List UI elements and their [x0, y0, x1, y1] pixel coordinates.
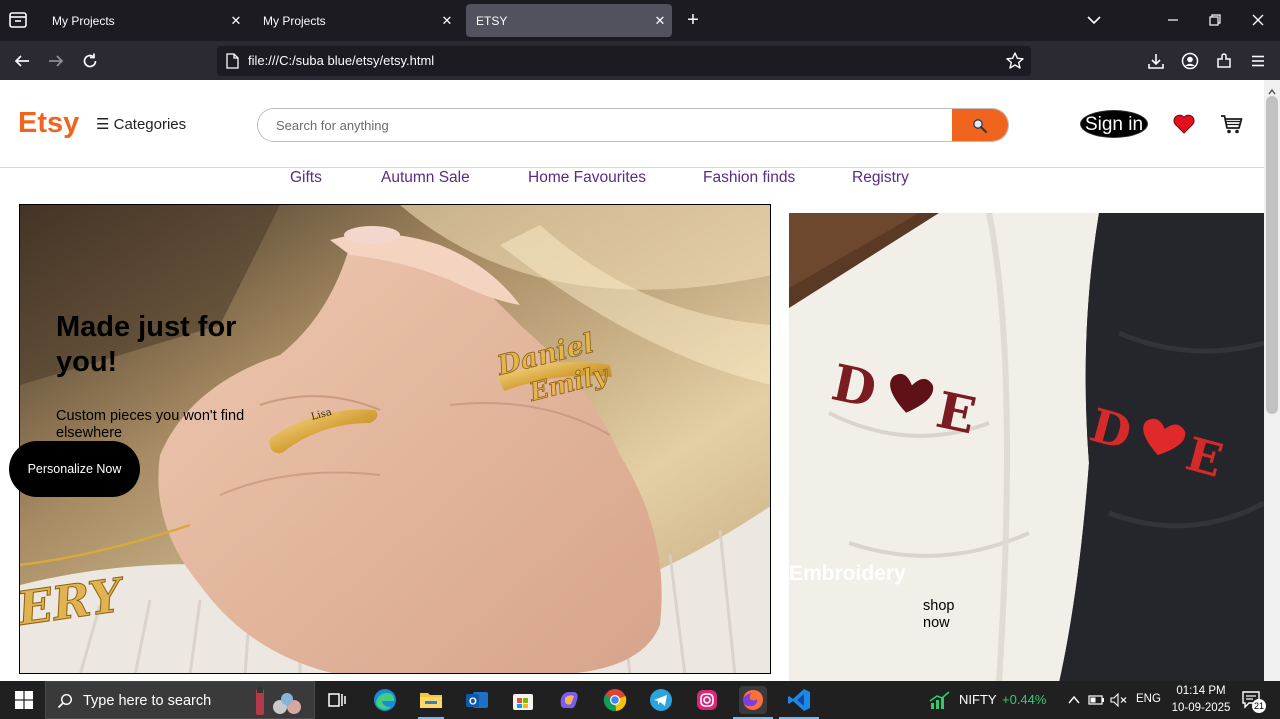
- tab-list-icon[interactable]: [6, 9, 30, 31]
- search-icon: [973, 119, 988, 134]
- personalize-now-button[interactable]: Personalize Now: [9, 441, 140, 497]
- page-icon: [225, 53, 239, 69]
- restore-button[interactable]: [1202, 8, 1228, 32]
- copilot-icon[interactable]: [555, 686, 583, 714]
- windows-taskbar: Type here to search O NIFTY +0.44% ENG 0…: [0, 681, 1280, 719]
- search-button[interactable]: [952, 109, 1008, 141]
- minimize-button[interactable]: [1160, 8, 1186, 32]
- new-tab-button[interactable]: +: [682, 9, 704, 31]
- hero-title: Made just for you!: [56, 311, 237, 378]
- sign-in-button[interactable]: Sign in: [1080, 110, 1148, 138]
- reload-icon[interactable]: [78, 49, 102, 73]
- category-menu: Gifts Autumn Sale Home Favourites Fashio…: [0, 168, 1264, 192]
- site-header: Etsy ☰ Categories Sign in: [0, 80, 1264, 168]
- close-icon[interactable]: ✕: [648, 13, 672, 29]
- menu-icon[interactable]: [1246, 49, 1270, 73]
- tab-title: ETSY: [476, 13, 508, 28]
- back-icon[interactable]: [10, 49, 34, 73]
- tab-title: My Projects: [52, 13, 115, 28]
- menu-link-gifts[interactable]: Gifts: [290, 169, 322, 187]
- forward-icon[interactable]: [44, 49, 68, 73]
- chevron-up-icon[interactable]: [1066, 693, 1082, 707]
- search-highlight-icon: [256, 687, 301, 715]
- scrollbar-thumb[interactable]: [1266, 96, 1278, 414]
- categories-button[interactable]: ☰ Categories: [96, 115, 186, 133]
- speaker-muted-icon[interactable]: [1110, 692, 1128, 708]
- firefox-icon[interactable]: [739, 686, 767, 714]
- clock-time[interactable]: 01:14 PM: [1170, 685, 1232, 697]
- vscode-icon[interactable]: [785, 686, 813, 714]
- svg-text:O: O: [469, 697, 477, 708]
- menu-link-home-favourites[interactable]: Home Favourites: [528, 169, 646, 187]
- search-input[interactable]: [258, 109, 952, 141]
- tab-my-projects-1[interactable]: My Projects ✕: [42, 4, 248, 37]
- extensions-icon[interactable]: [1212, 49, 1236, 73]
- battery-icon[interactable]: [1088, 693, 1106, 707]
- stock-label[interactable]: NIFTY: [959, 692, 997, 707]
- heart-icon[interactable]: [1172, 113, 1196, 135]
- url-text[interactable]: file:///C:/suba blue/etsy/etsy.html: [248, 53, 434, 68]
- edge-icon[interactable]: [371, 686, 399, 714]
- embroidery-title: Embroidery: [789, 562, 906, 585]
- close-window-button[interactable]: [1245, 8, 1271, 32]
- tab-etsy[interactable]: ETSY ✕: [466, 4, 672, 37]
- browser-nav-bar: file:///C:/suba blue/etsy/etsy.html: [0, 41, 1280, 80]
- scroll-up-icon[interactable]: [1268, 83, 1276, 95]
- browser-tab-bar: My Projects ✕ My Projects ✕ ETSY ✕ +: [0, 0, 1280, 41]
- shop-now-link[interactable]: shop now: [923, 598, 963, 632]
- account-icon[interactable]: [1178, 49, 1202, 73]
- tab-my-projects-2[interactable]: My Projects ✕: [253, 4, 459, 37]
- instagram-icon[interactable]: [693, 686, 721, 714]
- menu-link-fashion-finds[interactable]: Fashion finds: [703, 169, 795, 187]
- taskbar-search-placeholder: Type here to search: [83, 693, 212, 709]
- download-icon[interactable]: [1144, 49, 1168, 73]
- taskbar-search-box[interactable]: Type here to search: [45, 681, 315, 719]
- language-indicator[interactable]: ENG: [1136, 693, 1161, 705]
- task-view-icon[interactable]: [323, 686, 351, 714]
- chrome-icon[interactable]: [601, 686, 629, 714]
- notification-count-badge: 21: [1252, 699, 1266, 713]
- microsoft-store-icon[interactable]: [509, 686, 537, 714]
- file-explorer-icon[interactable]: [417, 686, 445, 714]
- search-icon: [57, 693, 73, 709]
- url-bar[interactable]: file:///C:/suba blue/etsy/etsy.html: [217, 46, 1031, 76]
- embroidery-image: D E D E: [789, 213, 1264, 681]
- bookmark-star-icon[interactable]: [1005, 51, 1025, 71]
- menu-link-registry[interactable]: Registry: [852, 169, 909, 187]
- menu-link-autumn-sale[interactable]: Autumn Sale: [381, 169, 470, 187]
- windows-start-icon[interactable]: [5, 681, 43, 719]
- close-icon[interactable]: ✕: [435, 13, 459, 29]
- page-scrollbar[interactable]: [1264, 80, 1280, 681]
- page-viewport: Etsy ☰ Categories Sign in Gift: [0, 80, 1280, 681]
- chevron-down-icon[interactable]: [1084, 10, 1104, 30]
- clock-date[interactable]: 10-09-2025: [1170, 702, 1232, 714]
- outlook-icon[interactable]: O: [463, 686, 491, 714]
- search-box: [257, 108, 1009, 142]
- close-icon[interactable]: ✕: [224, 13, 248, 29]
- telegram-icon[interactable]: [647, 686, 675, 714]
- hero-subtitle: Custom pieces you won't find elsewhere: [56, 408, 245, 441]
- stock-change[interactable]: +0.44%: [1002, 692, 1046, 707]
- tab-title: My Projects: [263, 13, 326, 28]
- stock-chart-icon[interactable]: [928, 690, 952, 710]
- etsy-logo[interactable]: Etsy: [18, 107, 79, 140]
- cart-icon[interactable]: [1220, 112, 1244, 136]
